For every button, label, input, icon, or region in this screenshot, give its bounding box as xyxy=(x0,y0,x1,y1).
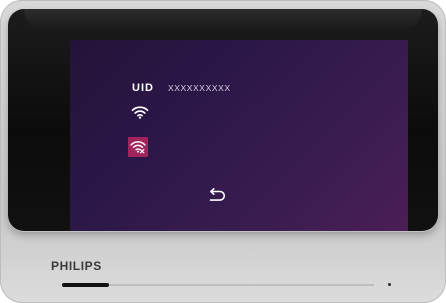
bottom-panel: PHILIPS xyxy=(0,231,446,303)
progress-track xyxy=(62,283,374,287)
intercom-monitor: UID XXXXXXXXXX PHILIPS xyxy=(0,0,446,303)
screen-bezel: UID XXXXXXXXXX xyxy=(8,9,438,231)
progress-fill xyxy=(62,283,109,287)
uid-row: UID XXXXXXXXXX xyxy=(132,82,231,94)
wifi-setup-button[interactable] xyxy=(128,137,148,157)
back-arrow-icon xyxy=(209,188,226,201)
uid-value: XXXXXXXXXX xyxy=(167,83,231,93)
wifi-setup-icon xyxy=(130,141,146,154)
back-button[interactable] xyxy=(207,188,227,202)
wifi-icon xyxy=(131,105,149,119)
brand-logo: PHILIPS xyxy=(51,259,102,273)
bezel-glare xyxy=(24,9,422,31)
indicator-dot xyxy=(388,283,391,286)
display-screen: UID XXXXXXXXXX xyxy=(70,40,408,231)
uid-label: UID xyxy=(132,82,154,94)
